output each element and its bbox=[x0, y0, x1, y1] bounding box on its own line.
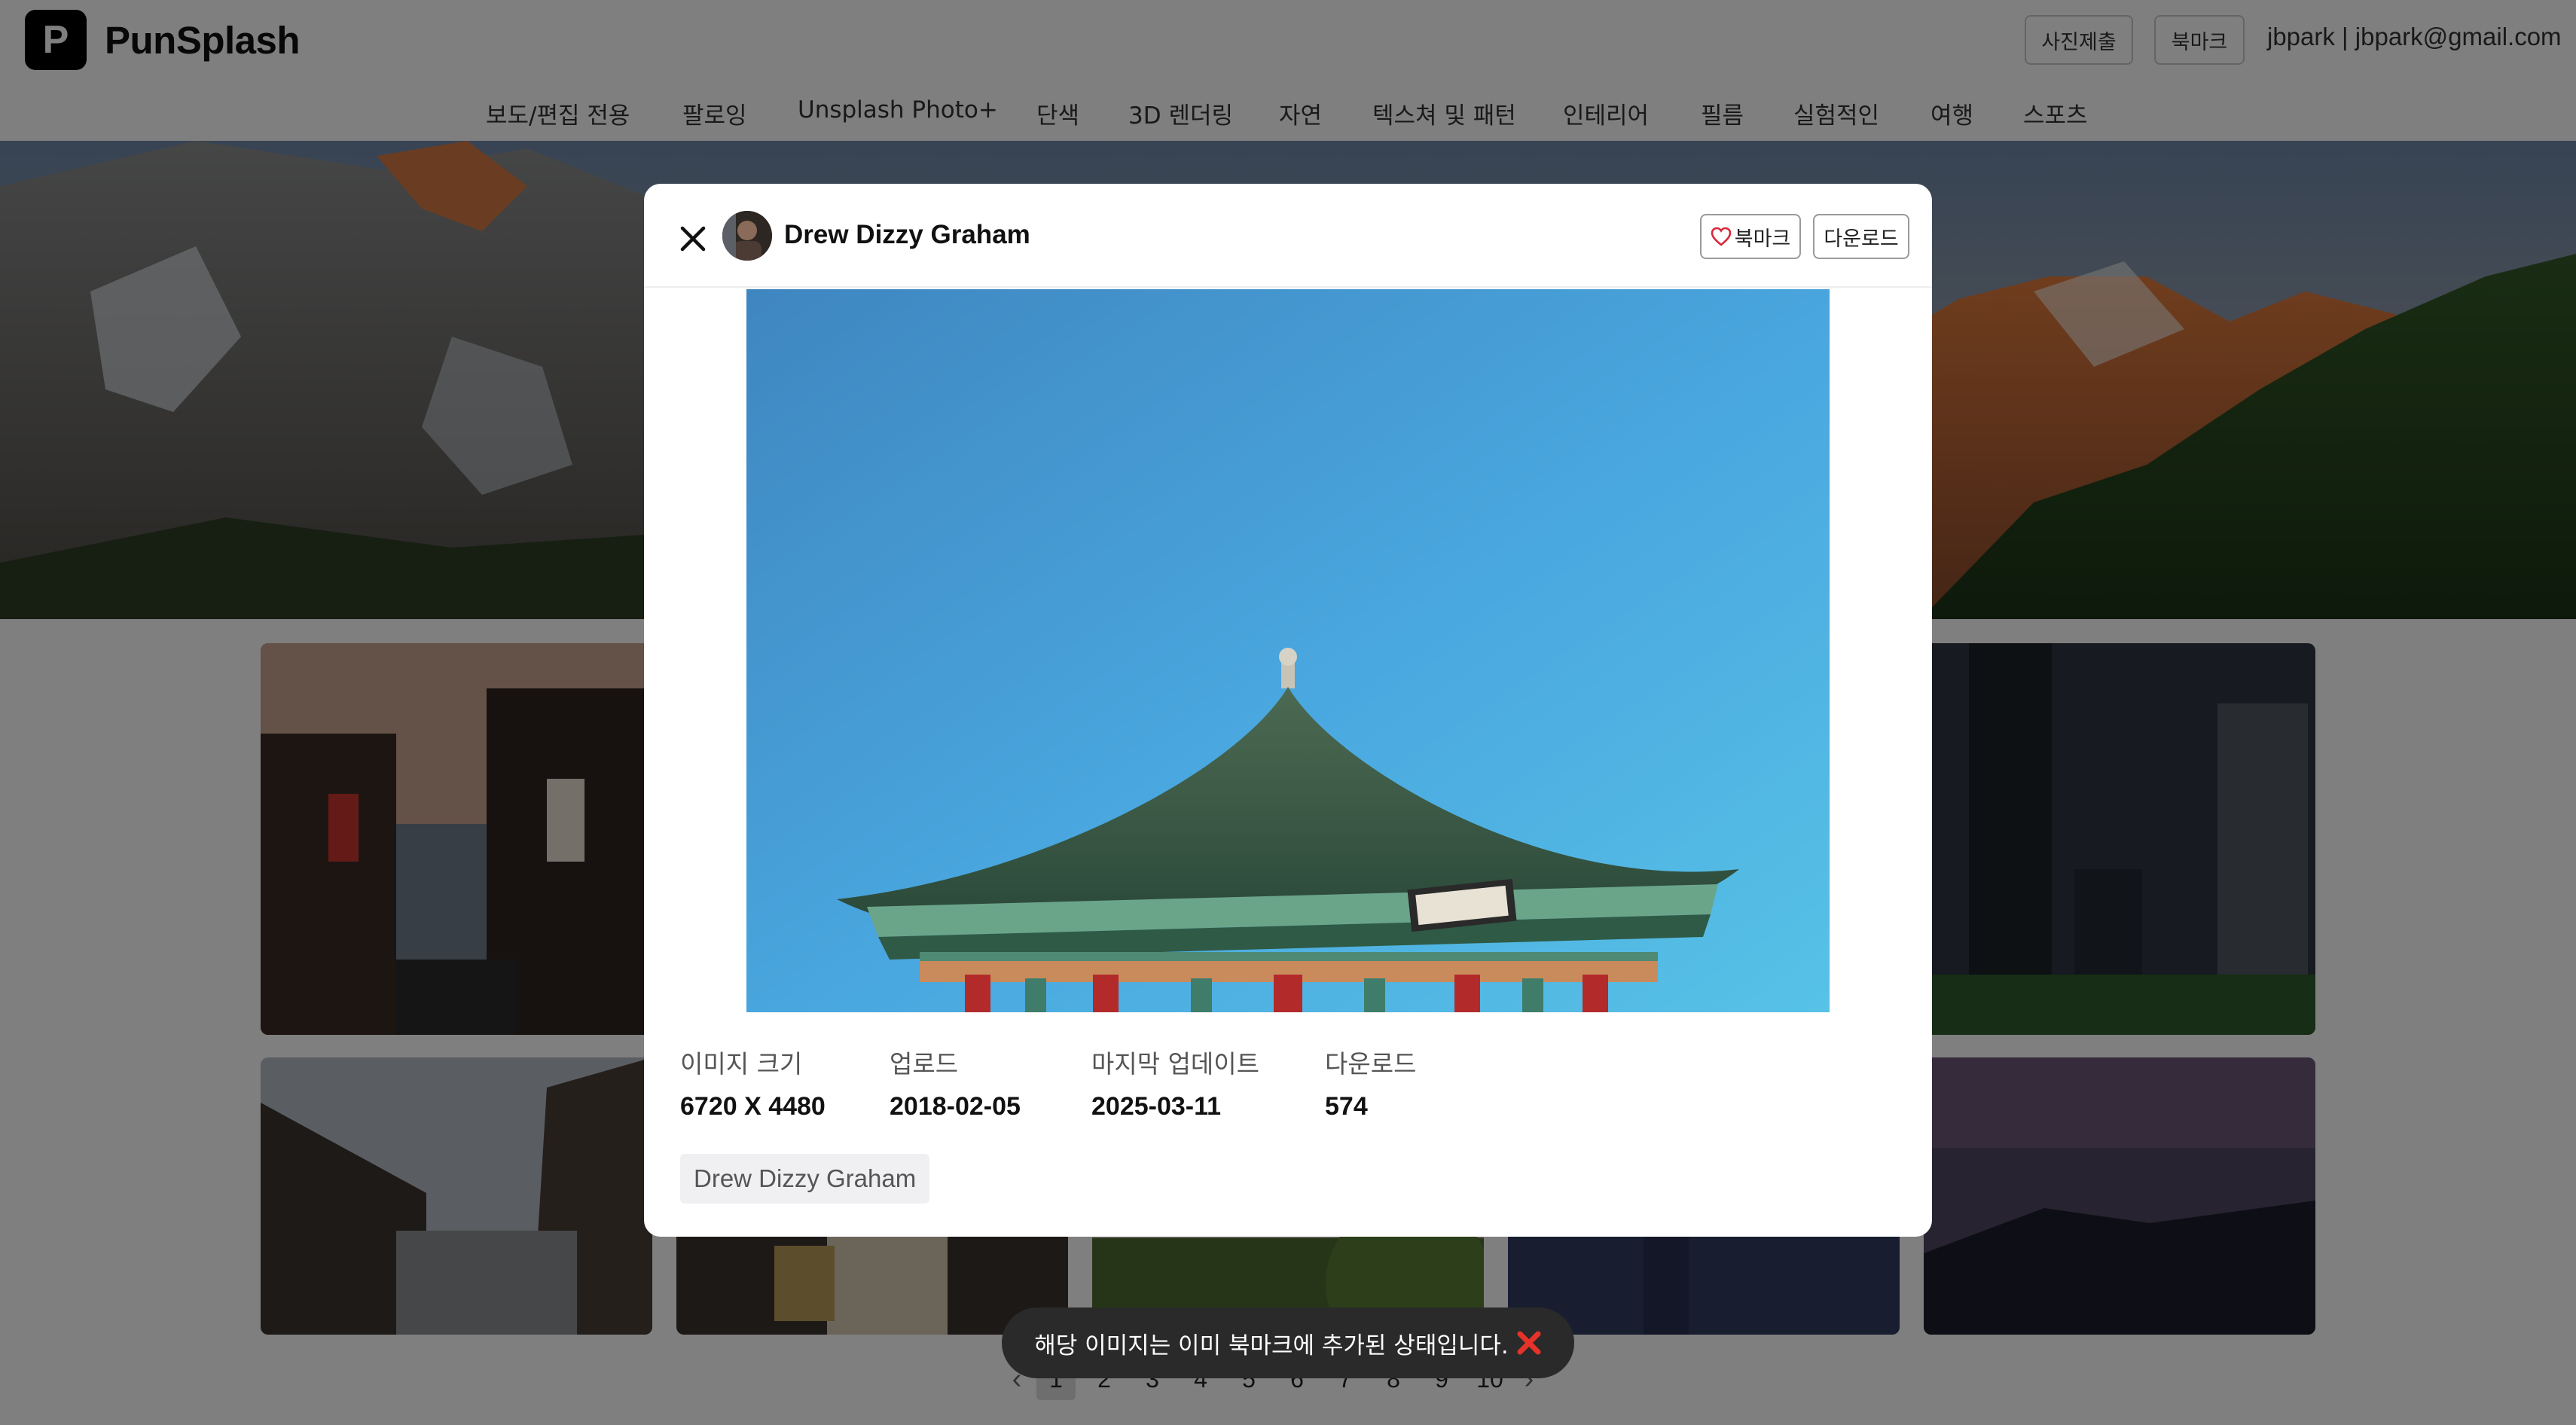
stat-value: 2018-02-05 bbox=[890, 1092, 1021, 1121]
author-name[interactable]: Drew Dizzy Graham bbox=[784, 220, 1030, 250]
stat-label: 이미지 크기 bbox=[680, 1049, 803, 1079]
stat-upload-date: 업로드 2018-02-05 bbox=[890, 1044, 1021, 1121]
stat-label: 다운로드 bbox=[1325, 1049, 1417, 1079]
stat-value: 2025-03-11 bbox=[1091, 1092, 1222, 1121]
stat-label: 마지막 업데이트 bbox=[1091, 1049, 1260, 1079]
close-button[interactable] bbox=[673, 218, 713, 259]
stat-last-updated: 마지막 업데이트 2025-03-11 bbox=[1091, 1044, 1259, 1121]
toast-message: 해당 이미지는 이미 북마크에 추가된 상태입니다. bbox=[1034, 1332, 1509, 1359]
main-photo bbox=[746, 289, 1830, 1012]
stat-value: 6720 X 4480 bbox=[680, 1092, 826, 1121]
stat-label: 업로드 bbox=[890, 1049, 959, 1079]
photo-detail-modal: Drew Dizzy Graham 북마크 다운로드 이미지 크기 6720 X… bbox=[644, 184, 1932, 1237]
stat-downloads: 다운로드 574 bbox=[1325, 1044, 1416, 1121]
toast-notification: 해당 이미지는 이미 북마크에 추가된 상태입니다. bbox=[1002, 1308, 1574, 1378]
modal-header: Drew Dizzy Graham 북마크 다운로드 bbox=[644, 184, 1932, 288]
photo-stats: 이미지 크기 6720 X 4480 업로드 2018-02-05 마지막 업데… bbox=[680, 1044, 1885, 1127]
author-tag[interactable]: Drew Dizzy Graham bbox=[680, 1154, 930, 1204]
avatar[interactable] bbox=[722, 211, 772, 261]
close-x-icon[interactable] bbox=[1516, 1330, 1542, 1356]
bookmark-button[interactable]: 북마크 bbox=[1700, 214, 1801, 259]
download-button[interactable]: 다운로드 bbox=[1813, 214, 1909, 259]
heart-icon bbox=[1711, 227, 1732, 246]
stat-image-size: 이미지 크기 6720 X 4480 bbox=[680, 1044, 826, 1121]
author-avatar-image bbox=[722, 211, 772, 261]
stat-value: 574 bbox=[1325, 1092, 1368, 1121]
bookmark-button-label: 북마크 bbox=[1734, 227, 1791, 251]
pavilion-photo bbox=[746, 289, 1830, 1012]
close-icon bbox=[680, 226, 706, 252]
